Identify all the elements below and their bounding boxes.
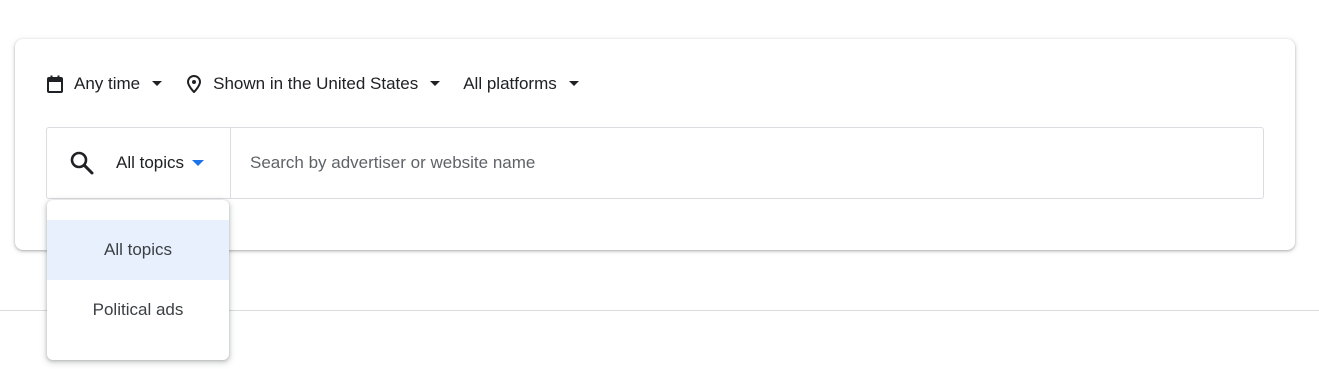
platform-filter-label: All platforms: [463, 74, 557, 93]
calendar-icon: [46, 74, 64, 94]
filter-bar: Any time Shown in the United States All …: [46, 69, 579, 99]
topic-dropdown-menu: All topics Political ads: [47, 200, 229, 360]
topic-option-political-ads[interactable]: Political ads: [47, 280, 229, 340]
page: Any time Shown in the United States All …: [0, 0, 1319, 369]
chevron-down-icon: [568, 81, 579, 87]
search-input[interactable]: [231, 128, 1263, 198]
search-box: All topics: [46, 127, 1264, 199]
topic-select-label: All topics: [116, 153, 185, 172]
topic-option-all-topics[interactable]: All topics: [47, 220, 229, 280]
region-filter-button[interactable]: Shown in the United States: [185, 69, 441, 99]
time-filter-button[interactable]: Any time: [46, 69, 163, 99]
location-pin-icon: [185, 74, 203, 94]
platform-filter-button[interactable]: All platforms: [463, 69, 579, 99]
search-icon: [69, 150, 95, 176]
chevron-down-icon: [152, 81, 163, 87]
chevron-down-icon: [192, 159, 205, 167]
chevron-down-icon: [430, 81, 441, 87]
topic-select-button[interactable]: All topics: [47, 128, 231, 198]
region-filter-label: Shown in the United States: [213, 74, 419, 93]
time-filter-label: Any time: [74, 74, 141, 93]
